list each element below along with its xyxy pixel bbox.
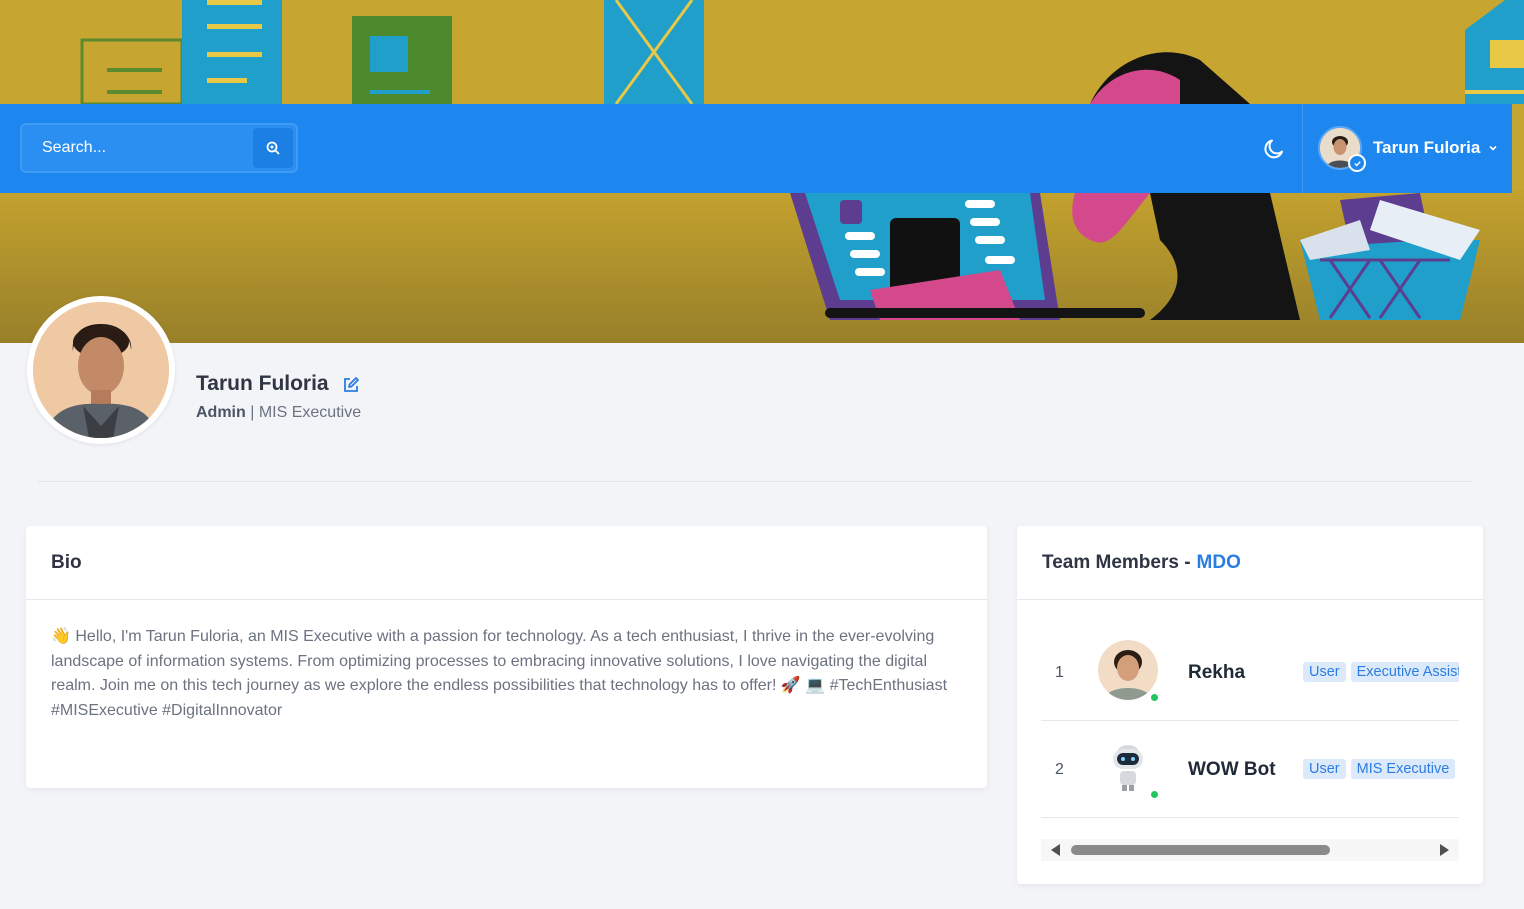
- search-icon: [266, 141, 280, 155]
- verified-badge-icon: [1348, 154, 1366, 172]
- search-button[interactable]: [253, 128, 293, 168]
- profile-role: Admin: [196, 404, 246, 421]
- role-separator: |: [250, 404, 255, 421]
- profile-name: Tarun Fuloria: [196, 372, 329, 395]
- member-avatar: [1098, 640, 1158, 700]
- scrollbar-thumb[interactable]: [1071, 845, 1330, 855]
- profile-designation: MIS Executive: [258, 404, 362, 421]
- team-members-table: 1 Rekha User Executive Assistant 2: [1041, 600, 1459, 874]
- bio-card: Bio 👋 Hello, I'm Tarun Fuloria, an MIS E…: [26, 526, 987, 788]
- horizontal-scrollbar[interactable]: [1041, 839, 1459, 861]
- top-navbar: Tarun Fuloria: [0, 104, 1512, 193]
- bio-title: Bio: [26, 526, 987, 600]
- scroll-left-arrow-icon[interactable]: [1051, 844, 1060, 856]
- role-badge: User: [1303, 759, 1346, 779]
- navbar-divider: [1302, 104, 1303, 193]
- user-menu-dropdown[interactable]: Tarun Fuloria: [1318, 125, 1498, 172]
- role-badge: User: [1303, 662, 1346, 682]
- designation-badge: Executive Assistant: [1350, 662, 1459, 682]
- dark-mode-toggle-icon[interactable]: [1262, 137, 1286, 161]
- chevron-down-icon: [1489, 145, 1497, 151]
- search-box: [20, 123, 298, 173]
- online-status-indicator: [1150, 693, 1159, 702]
- member-name: WOW Bot: [1188, 759, 1276, 780]
- bio-text: 👋 Hello, I'm Tarun Fuloria, an MIS Execu…: [51, 628, 948, 719]
- designation-badge: MIS Executive: [1350, 759, 1456, 779]
- member-avatar: [1098, 737, 1158, 797]
- team-name: MDO: [1196, 551, 1241, 573]
- profile-avatar: [27, 296, 175, 444]
- row-index: 1: [1055, 664, 1064, 681]
- table-row[interactable]: 1 Rekha User Executive Assistant: [1041, 624, 1459, 721]
- profile-photo: [33, 302, 169, 438]
- team-members-title: Team Members -: [1042, 551, 1191, 573]
- team-members-header: Team Members - MDO: [1017, 526, 1483, 600]
- row-index: 2: [1055, 761, 1064, 778]
- search-input[interactable]: [22, 125, 252, 171]
- navbar-username: Tarun Fuloria: [1373, 138, 1481, 157]
- online-status-indicator: [1150, 790, 1159, 799]
- profile-role-line: Admin | MIS Executive: [196, 404, 361, 422]
- member-name: Rekha: [1188, 662, 1246, 683]
- section-divider: [38, 481, 1472, 482]
- team-members-card: Team Members - MDO 1 Rekha User Executiv…: [1017, 526, 1483, 884]
- table-row[interactable]: 2 WOW Bot User MIS Executive: [1041, 721, 1459, 818]
- member-badges: User MIS Executive: [1303, 759, 1456, 779]
- edit-profile-icon[interactable]: [342, 376, 360, 394]
- navbar-avatar: [1318, 126, 1366, 172]
- scroll-right-arrow-icon[interactable]: [1440, 844, 1449, 856]
- member-badges: User Executive Assistant: [1303, 662, 1459, 682]
